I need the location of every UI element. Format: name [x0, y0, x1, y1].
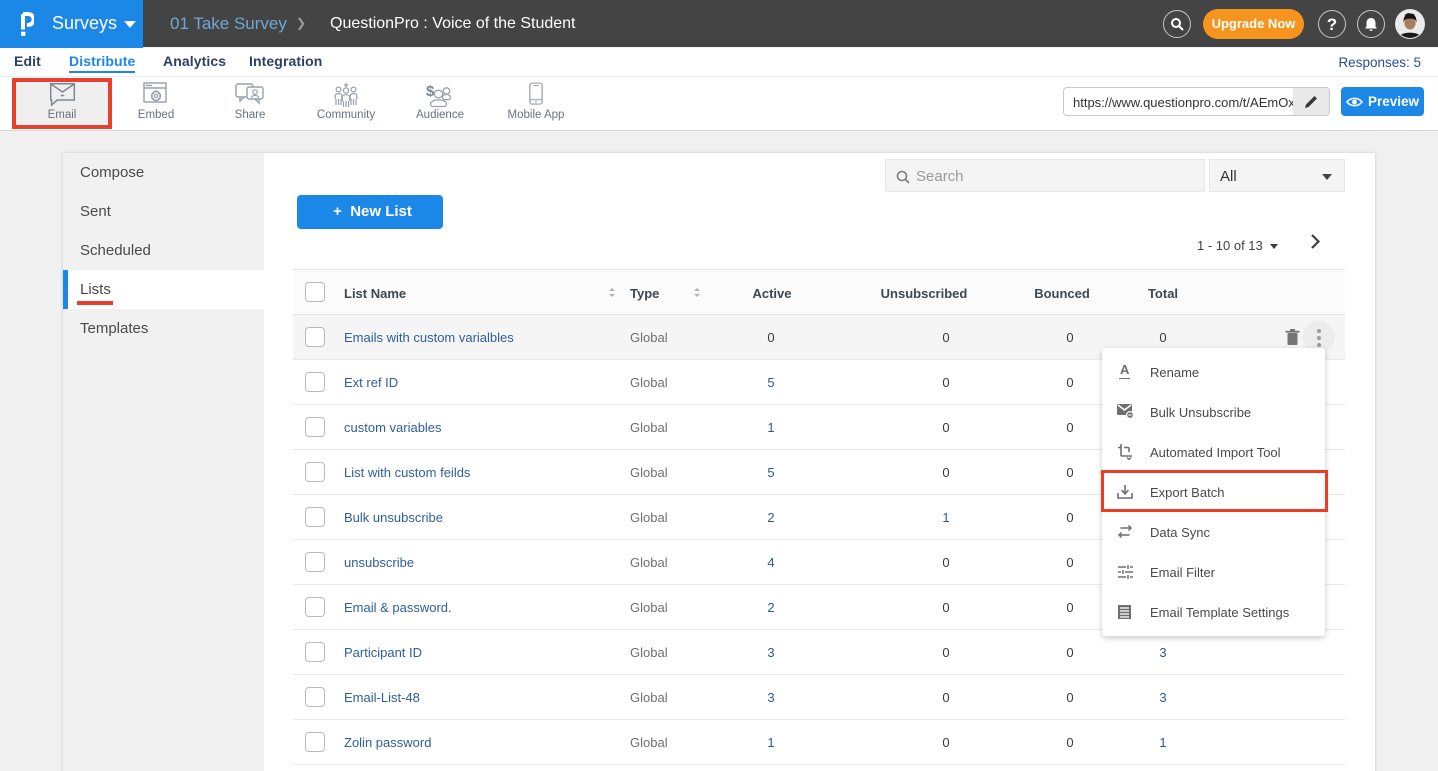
svg-text:$: $ — [426, 83, 435, 100]
